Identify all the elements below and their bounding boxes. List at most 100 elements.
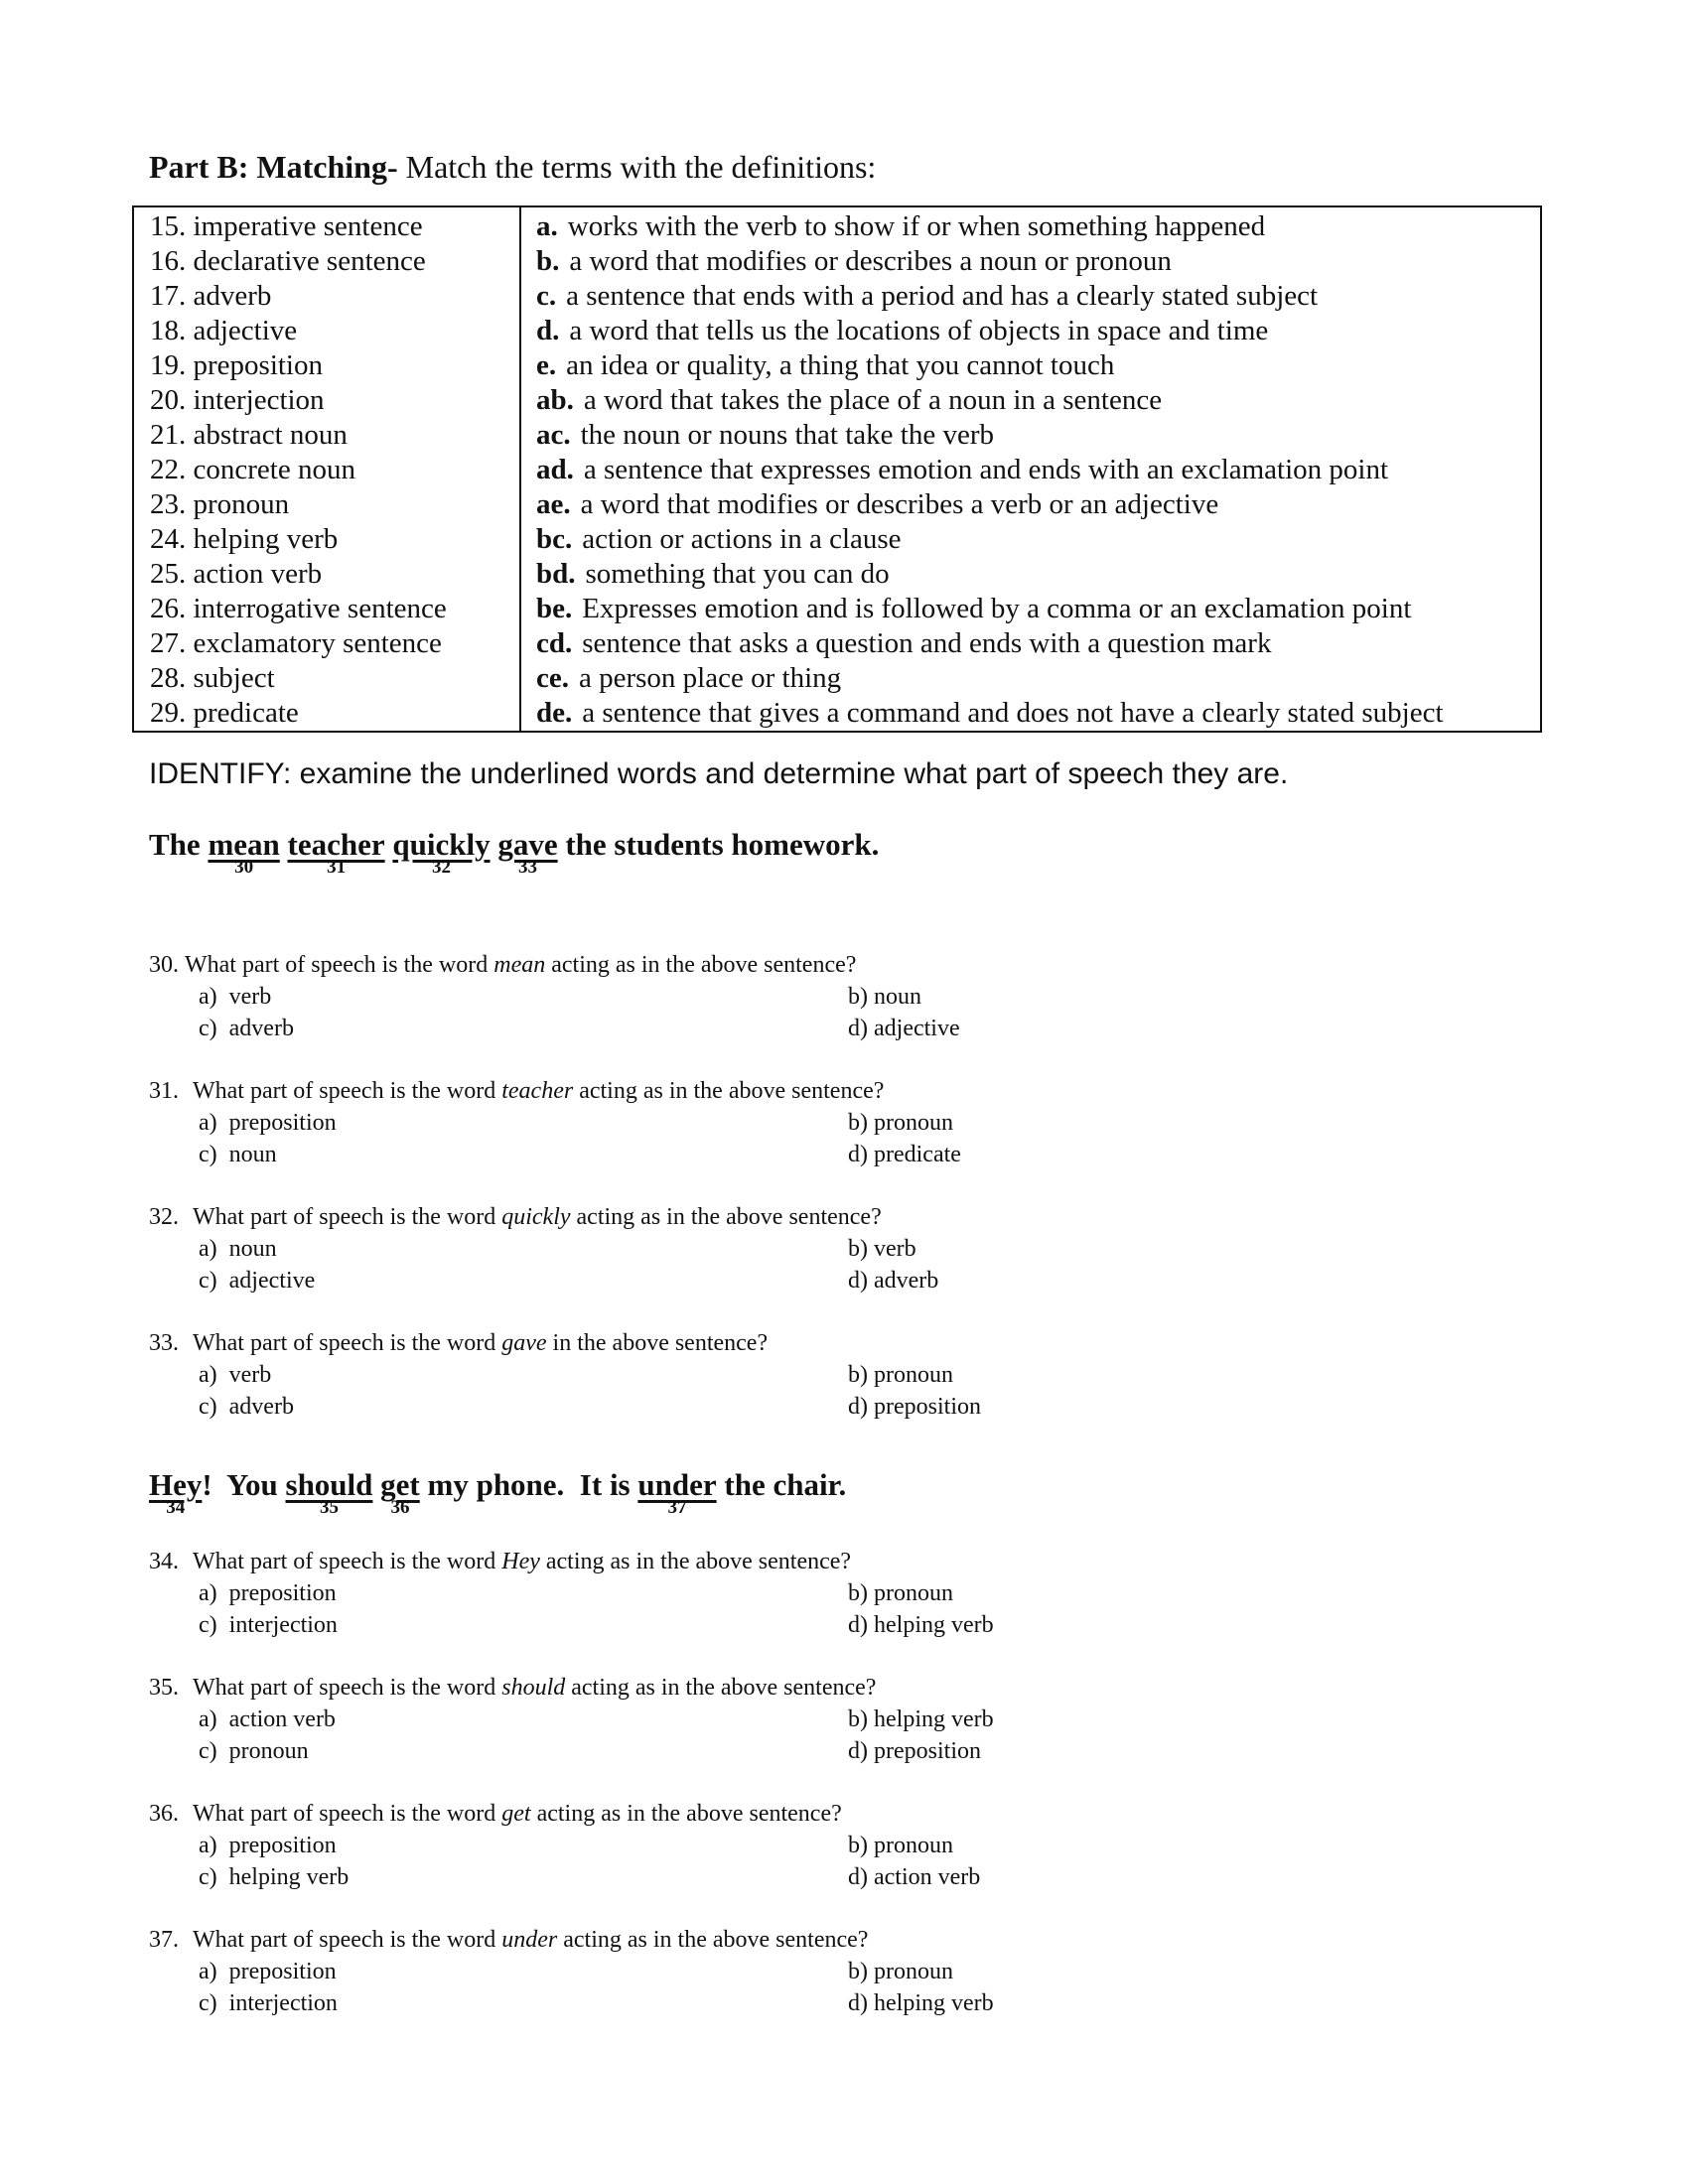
underlined-word: Hey 34: [149, 1467, 203, 1518]
matching-row: 18. adjective d. a word that tells us the …: [133, 314, 1541, 348]
question-text: What part of speech is the word: [193, 1204, 502, 1230]
definition-letter: bc.: [536, 523, 573, 555]
answer-option[interactable]: b) pronoun: [848, 1359, 981, 1391]
definition-text: an idea or quality, a thing that you can…: [566, 349, 1115, 381]
definition-cell: bc. action or actions in a clause: [520, 522, 1541, 557]
answer-option[interactable]: a) preposition: [199, 1956, 848, 1987]
definition-cell: ce. a person place or thing: [520, 661, 1541, 696]
definition-letter: ad.: [536, 454, 574, 485]
answer-option[interactable]: b) pronoun: [848, 1830, 980, 1861]
question-prompt: 37. What part of speech is the word under…: [149, 1924, 994, 1956]
question-number-label: 33: [517, 857, 537, 878]
definition-text: a sentence that gives a command and does…: [582, 697, 1444, 729]
question-number-label: 30: [234, 857, 254, 878]
target-word: quickly: [501, 1204, 571, 1230]
question-block: 34. What part of speech is the word Hey a…: [149, 1546, 994, 1641]
question-block: 36. What part of speech is the word get a…: [149, 1798, 980, 1893]
answer-option[interactable]: c) interjection: [199, 1987, 848, 2019]
answer-options: a) action verb b) helping verb c) pronoun d…: [199, 1704, 994, 1767]
answer-option[interactable]: c) pronoun: [199, 1735, 848, 1767]
answer-option[interactable]: c) interjection: [199, 1609, 848, 1641]
answer-option[interactable]: c) adverb: [199, 1013, 848, 1044]
answer-option[interactable]: c) adjective: [199, 1265, 848, 1297]
question-number-label: 35: [319, 1497, 339, 1518]
definition-cell: be. Expresses emotion and is followed by …: [520, 592, 1541, 626]
question-number-label: 37: [667, 1497, 687, 1518]
sentence-text: The: [149, 827, 209, 862]
question-text: acting as in the above sentence?: [565, 1675, 877, 1701]
answer-option[interactable]: a) preposition: [199, 1107, 848, 1139]
answer-option[interactable]: d) helping verb: [848, 1609, 994, 1641]
answer-option[interactable]: a) preposition: [199, 1577, 848, 1609]
answer-option[interactable]: d) helping verb: [848, 1987, 994, 2019]
definition-text: a person place or thing: [579, 662, 842, 694]
answer-option[interactable]: d) predicate: [848, 1139, 961, 1170]
question-text: What part of speech is the word: [193, 1801, 502, 1827]
term-cell: 27. exclamatory sentence: [133, 626, 521, 661]
definition-text: a word that modifies or describes a verb…: [580, 488, 1219, 520]
answer-option[interactable]: b) helping verb: [848, 1704, 994, 1735]
question-block: 31. What part of speech is the word teach…: [149, 1075, 961, 1170]
example-sentence-1: The mean 30 teacher 31 quickly 32 gave 33 th…: [149, 827, 879, 878]
target-word: gave: [501, 1330, 547, 1356]
matching-row: 20. interjection ab. a word that takes the…: [133, 383, 1541, 418]
answer-option[interactable]: b) noun: [848, 981, 960, 1013]
question-text: acting as in the above sentence?: [539, 1549, 852, 1574]
definition-cell: d. a word that tells us the locations of …: [520, 314, 1541, 348]
question-text: What part of speech is the word: [193, 1330, 502, 1356]
sentence-text: the chair.: [716, 1467, 847, 1502]
term-cell: 18. adjective: [133, 314, 521, 348]
answer-option[interactable]: c) noun: [199, 1139, 848, 1170]
underlined-word: should 35: [285, 1467, 373, 1518]
question-text: What part of speech is the word: [193, 1549, 502, 1574]
definition-cell: c. a sentence that ends with a period and…: [520, 279, 1541, 314]
definition-text: a word that modifies or describes a noun…: [569, 245, 1172, 277]
question-text: in the above sentence?: [546, 1330, 769, 1356]
definition-cell: ae. a word that modifies or describes a v…: [520, 487, 1541, 522]
answer-option[interactable]: a) verb: [199, 981, 848, 1013]
answer-option[interactable]: d) preposition: [848, 1391, 981, 1423]
matching-row: 25. action verb bd. something that you can…: [133, 557, 1541, 592]
answer-option[interactable]: a) verb: [199, 1359, 848, 1391]
definition-text: action or actions in a clause: [582, 523, 902, 555]
answer-option[interactable]: d) adverb: [848, 1265, 938, 1297]
question-number: 32.: [149, 1204, 179, 1230]
question-number: 30.: [149, 952, 179, 978]
definition-letter: e.: [536, 349, 557, 381]
definition-text: the noun or nouns that take the verb: [580, 419, 994, 451]
definition-letter: b.: [536, 245, 560, 277]
underlined-word: under 37: [637, 1467, 717, 1518]
answer-option[interactable]: b) verb: [848, 1233, 938, 1265]
question-text: What part of speech is the word: [193, 1078, 502, 1104]
question-text: What part of speech is the word: [193, 1927, 502, 1953]
identify-instructions: IDENTIFY: examine the underlined words a…: [149, 757, 1289, 790]
heading-bold: Part B: Matching-: [149, 149, 398, 185]
question-text: What part of speech is the word: [193, 1675, 502, 1701]
question-prompt: 31. What part of speech is the word teach…: [149, 1075, 961, 1107]
definition-cell: ad. a sentence that expresses emotion and…: [520, 453, 1541, 487]
answer-option[interactable]: b) pronoun: [848, 1577, 994, 1609]
answer-option[interactable]: a) noun: [199, 1233, 848, 1265]
question-block: 30. What part of speech is the word mean …: [149, 949, 960, 1044]
definition-text: a word that takes the place of a noun in…: [583, 384, 1163, 416]
matching-row: 28. subject ce. a person place or thing: [133, 661, 1541, 696]
question-prompt: 36. What part of speech is the word get a…: [149, 1798, 980, 1830]
term-cell: 21. abstract noun: [133, 418, 521, 453]
question-text: What part of speech is the word: [185, 952, 494, 978]
definition-letter: a.: [536, 210, 558, 242]
answer-option[interactable]: a) preposition: [199, 1830, 848, 1861]
answer-option[interactable]: c) adverb: [199, 1391, 848, 1423]
answer-option[interactable]: d) preposition: [848, 1735, 994, 1767]
sentence-text: [385, 827, 393, 862]
answer-option[interactable]: a) action verb: [199, 1704, 848, 1735]
answer-option[interactable]: c) helping verb: [199, 1861, 848, 1893]
answer-option[interactable]: d) adjective: [848, 1013, 960, 1044]
question-prompt: 35. What part of speech is the word shoul…: [149, 1672, 994, 1704]
answer-option[interactable]: b) pronoun: [848, 1956, 994, 1987]
answer-option[interactable]: d) action verb: [848, 1861, 980, 1893]
definition-cell: b. a word that modifies or describes a no…: [520, 244, 1541, 279]
question-block: 33. What part of speech is the word gave …: [149, 1327, 981, 1423]
question-text: acting as in the above sentence?: [545, 952, 857, 978]
definition-cell: ac. the noun or nouns that take the verb: [520, 418, 1541, 453]
answer-option[interactable]: b) pronoun: [848, 1107, 961, 1139]
